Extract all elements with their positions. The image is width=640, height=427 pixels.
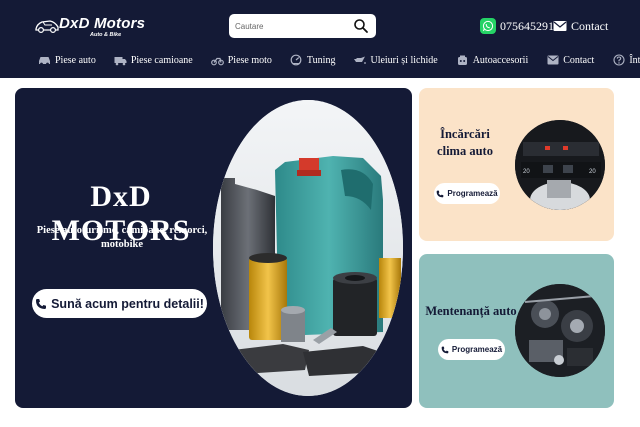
question-icon — [612, 54, 625, 66]
logo[interactable]: DxD Motors Auto & Bike — [34, 10, 145, 42]
hero-subtitle: Piese autoturisme, camioane, remorci, mo… — [36, 225, 208, 250]
site-header: DxD Motors Auto & Bike 0756452917 Contac… — [0, 0, 640, 78]
nav-item-tuning[interactable]: Tuning — [290, 51, 336, 69]
search-icon[interactable] — [353, 18, 369, 34]
search-input[interactable] — [235, 18, 347, 34]
brand-name: DxD Motors — [59, 15, 146, 32]
card-title: Încărcări clima auto — [437, 127, 493, 158]
motorcycle-icon — [210, 54, 224, 66]
brand-tagline: Auto & Bike — [90, 32, 122, 38]
svg-text:20: 20 — [523, 169, 530, 175]
search-bar — [229, 14, 376, 38]
nav-label: Autoaccesorii — [472, 54, 529, 66]
contact-link[interactable]: Contact — [553, 16, 608, 36]
nav-item-intrebari[interactable]: Întrebări — [612, 51, 640, 69]
nav-item-piese-moto[interactable]: Piese moto — [210, 51, 272, 69]
schedule-button[interactable]: Programează — [434, 183, 500, 204]
nav-label: Întrebări — [629, 54, 640, 66]
car-climate-panel-image: 20 20 — [515, 120, 605, 210]
envelope-icon — [546, 54, 559, 66]
call-now-button[interactable]: Sună acum pentru detalii! — [32, 289, 207, 318]
nav-item-contact[interactable]: Contact — [546, 51, 594, 69]
nav-label: Uleiuri și lichide — [370, 54, 438, 66]
whatsapp-icon — [480, 18, 496, 34]
call-now-label: Sună acum pentru detalii! — [51, 296, 204, 311]
nav-label: Piese auto — [55, 54, 96, 66]
nav-item-piese-camioane[interactable]: Piese camioane — [114, 51, 193, 69]
phone-number: 0756452917 — [500, 18, 560, 33]
nav-label: Contact — [563, 54, 595, 66]
climate-service-card[interactable]: Încărcări clima auto Programează 20 20 — [419, 88, 614, 241]
nav-label: Tuning — [306, 54, 336, 66]
hero-banner: DxD MOTORS Piese autoturisme, camioane, … — [15, 88, 412, 408]
phone-icon — [437, 190, 444, 197]
nav-item-piese-auto[interactable]: Piese auto — [38, 51, 96, 69]
phone-link[interactable]: 0756452917 — [480, 16, 560, 36]
svg-text:20: 20 — [589, 169, 596, 175]
contact-label: Contact — [571, 18, 609, 33]
main-nav: Piese auto Piese camioane Piese moto Tun… — [38, 51, 640, 69]
tuning-icon — [290, 54, 303, 66]
envelope-icon — [553, 21, 567, 31]
nav-item-uleiuri[interactable]: Uleiuri și lichide — [353, 51, 438, 69]
truck-icon — [114, 54, 127, 66]
oil-can-icon — [353, 54, 367, 66]
maintenance-service-card[interactable]: Mentenanță auto Programează — [419, 254, 614, 408]
phone-icon — [36, 298, 47, 309]
schedule-button[interactable]: Programează — [438, 339, 505, 360]
card-title: Mentenanță auto — [425, 304, 517, 318]
nav-label: Piese camioane — [130, 54, 193, 66]
car-engine-image — [515, 284, 605, 377]
schedule-label: Programează — [451, 345, 503, 354]
car-logo-icon — [35, 20, 59, 34]
phone-icon — [441, 346, 449, 353]
nav-item-autoaccesorii[interactable]: Autoaccesorii — [456, 51, 529, 69]
auto-parts-image — [213, 100, 403, 396]
schedule-label: Programează — [447, 189, 498, 198]
nav-label: Piese moto — [227, 54, 272, 66]
car-icon — [38, 54, 51, 66]
accessories-icon — [456, 54, 469, 66]
